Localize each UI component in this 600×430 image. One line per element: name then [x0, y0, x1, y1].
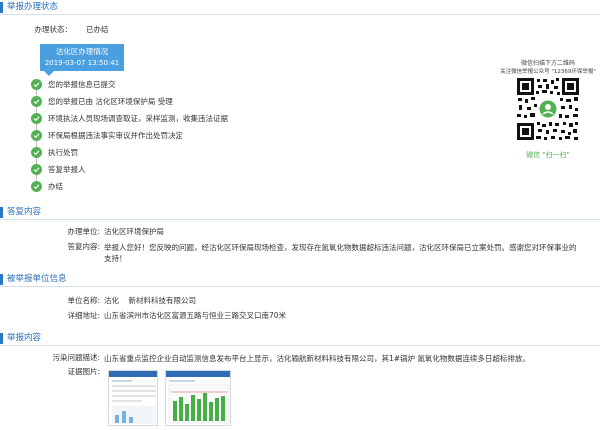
section-accent-bar — [0, 274, 3, 285]
handling-unit-label: 办理单位: — [67, 227, 100, 236]
status-section-header: 举报办理状态 — [0, 0, 600, 15]
reply-content-label: 答复内容: — [67, 242, 100, 251]
timeline-step-text: 您的举报信息已提交 — [48, 80, 116, 89]
badge-title: 沽化区办理情况 — [55, 47, 109, 56]
badge-time: 2019-03-07 13:50:41 — [44, 59, 120, 67]
check-icon — [31, 147, 42, 158]
check-icon — [31, 181, 42, 192]
status-section-title: 举报办理状态 — [7, 2, 59, 12]
check-icon — [31, 164, 42, 175]
wechat-scan-text: 微信 "扫一扫" — [526, 151, 570, 159]
reply-section-header: 答复内容 — [0, 205, 600, 220]
status-value: 已办结 — [86, 25, 109, 34]
qr-caption-line2: 关注微信举报公众号 "12369环保举报" — [500, 69, 596, 75]
badge-caret — [44, 71, 54, 76]
section-accent-bar — [0, 333, 3, 344]
report-content-section-header: 举报内容 — [0, 331, 600, 346]
evidence-thumbnail-2[interactable] — [165, 370, 231, 426]
timeline-step-text: 您的举报已由 沽化区环境保护局 受理 — [48, 97, 173, 106]
pollution-desc-label: 污染问题描述: — [52, 353, 100, 362]
unit-name-label: 单位名称: — [67, 296, 100, 305]
wechat-qr-code — [516, 77, 580, 141]
check-icon — [31, 130, 42, 141]
timeline-step-text: 答复举报人 — [48, 165, 86, 174]
unit-name-value: 沽化 新材料科技有限公司 — [104, 296, 197, 305]
pollution-desc-value: 山东省重点监控企业自动监测信息发布平台上显示，沽化输航新材料科技有限公司，其1#… — [104, 354, 530, 363]
reply-content-value: 举报人您好！您反映的问题，经沽化区环保局现场检查，发现存在氮氧化物数据超标违法问… — [104, 243, 577, 263]
district-progress-badge: 沽化区办理情况 2019-03-07 13:50:41 — [40, 44, 124, 71]
timeline-step-text: 环境执法人员现场调查取证，采样监测，收集违法证据 — [48, 114, 228, 123]
timeline-step-text: 执行处罚 — [48, 148, 78, 157]
chart-image-icon — [166, 371, 230, 424]
check-icon — [31, 79, 42, 90]
reported-unit-section-title: 被举报单位信息 — [7, 274, 67, 284]
evidence-thumbnail-1[interactable] — [108, 370, 158, 426]
report-content-section-title: 举报内容 — [7, 333, 42, 343]
timeline-step-text: 环保局根据违法事实审议并作出处罚决定 — [48, 131, 183, 140]
status-label: 办理状态： — [34, 25, 73, 34]
timeline-step-text: 办结 — [48, 182, 63, 191]
qr-code-icon — [516, 77, 580, 141]
unit-address-label: 详细地址: — [67, 311, 100, 320]
handling-unit-value: 沽化区环境保护局 — [104, 227, 164, 236]
check-icon — [31, 96, 42, 107]
reported-unit-section-header: 被举报单位信息 — [0, 272, 600, 287]
section-accent-bar — [0, 2, 3, 13]
qr-caption-line1: 微信扫描下方二维码 — [520, 60, 575, 67]
unit-address-value: 山东省滨州市沽化区富源五路与恒业三路交叉口南70米 — [104, 311, 287, 320]
reply-section-title: 答复内容 — [7, 207, 42, 217]
check-icon — [31, 113, 42, 124]
evidence-label: 证据图片: — [67, 367, 100, 376]
screenshot-image-icon — [109, 371, 157, 424]
section-accent-bar — [0, 207, 3, 218]
